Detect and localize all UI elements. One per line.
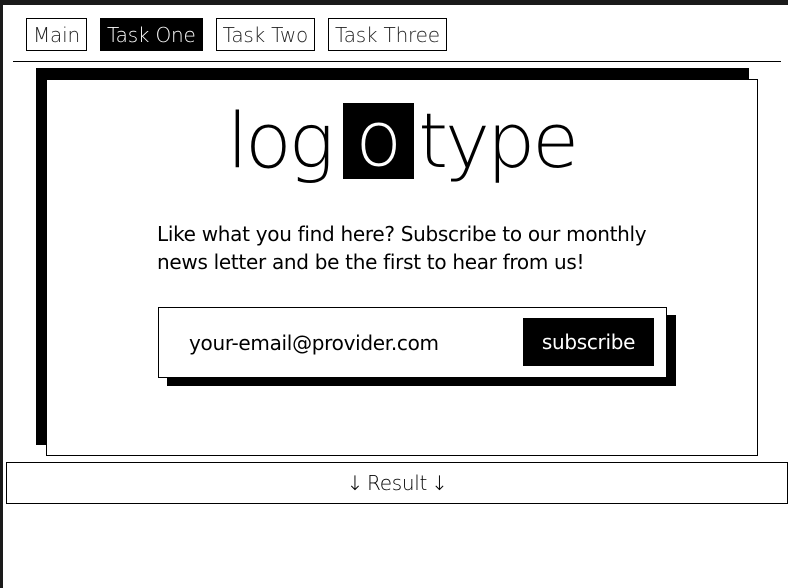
subscribe-button[interactable]: subscribe	[523, 318, 654, 366]
nav-divider	[13, 61, 781, 62]
result-label: Result	[367, 471, 427, 495]
window-frame-left	[0, 0, 3, 588]
tab-main[interactable]: Main	[26, 18, 87, 51]
tab-task-two[interactable]: Task Two	[215, 18, 316, 51]
tab-task-three[interactable]: Task Three	[328, 18, 447, 51]
top-nav: Main Task One Task Two Task Three	[26, 18, 460, 52]
newsletter-tagline: Like what you find here? Subscribe to ou…	[157, 222, 647, 274]
email-input[interactable]	[179, 321, 509, 365]
tab-task-one[interactable]: Task One	[99, 18, 203, 51]
newsletter-card: log o type Like what you find here? Subs…	[46, 79, 758, 456]
window-frame-top	[0, 0, 788, 5]
logo-suffix: type	[418, 96, 579, 185]
logo-boxed-letter: o	[343, 101, 415, 179]
arrow-down-icon: ↓	[346, 471, 364, 495]
logo-prefix: log	[227, 96, 334, 185]
result-toggle[interactable]: ↓ Result ↓	[6, 462, 788, 504]
logotype: log o type	[227, 96, 579, 186]
arrow-down-icon: ↓	[431, 471, 448, 495]
subscribe-form: subscribe	[158, 307, 667, 378]
